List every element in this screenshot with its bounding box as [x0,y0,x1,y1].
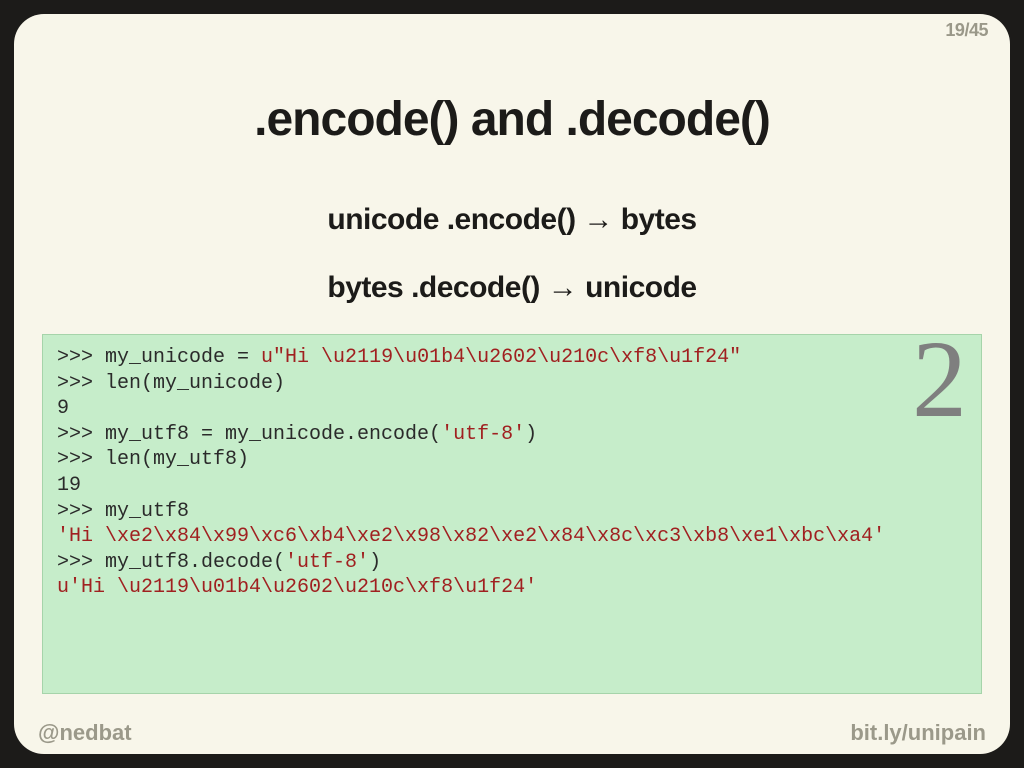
code-output: 'Hi \xe2\x84\x99\xc6\xb4\xe2\x98\x82\xe2… [57,524,967,550]
code-line: >>> my_utf8.decode('utf-8') [57,550,967,576]
page-total: 45 [969,20,988,40]
code-output: u'Hi \u2119\u01b4\u2602\u210c\xf8\u1f24' [57,575,967,601]
subtitle-encode: unicode .encode() → bytes [14,203,1010,237]
page-counter: 19/45 [945,20,988,41]
footer-link: bit.ly/unipain [850,720,986,746]
code-line: >>> my_utf8 = my_unicode.encode('utf-8') [57,422,967,448]
code-output: 19 [57,473,967,499]
code-line: >>> len(my_unicode) [57,371,967,397]
string-literal: u"Hi \u2119\u01b4\u2602\u210c\xf8\u1f24" [261,346,741,369]
code-output: 9 [57,396,967,422]
code-line: >>> len(my_utf8) [57,447,967,473]
slide-title: .encode() and .decode() [14,92,1010,147]
code-line: >>> my_unicode = u"Hi \u2119\u01b4\u2602… [57,345,967,371]
subtitle-group: unicode .encode() → bytes bytes .decode(… [14,189,1010,339]
subtitle-decode: bytes .decode() → unicode [14,271,1010,305]
slide: 19/45 .encode() and .decode() unicode .e… [14,14,1010,754]
string-literal: 'utf-8' [441,423,525,446]
footer-handle: @nedbat [38,720,132,746]
code-block: 2 >>> my_unicode = u"Hi \u2119\u01b4\u26… [42,334,982,694]
code-line: >>> my_utf8 [57,499,967,525]
string-literal: 'utf-8' [285,551,369,574]
page-current: 19 [945,20,964,40]
